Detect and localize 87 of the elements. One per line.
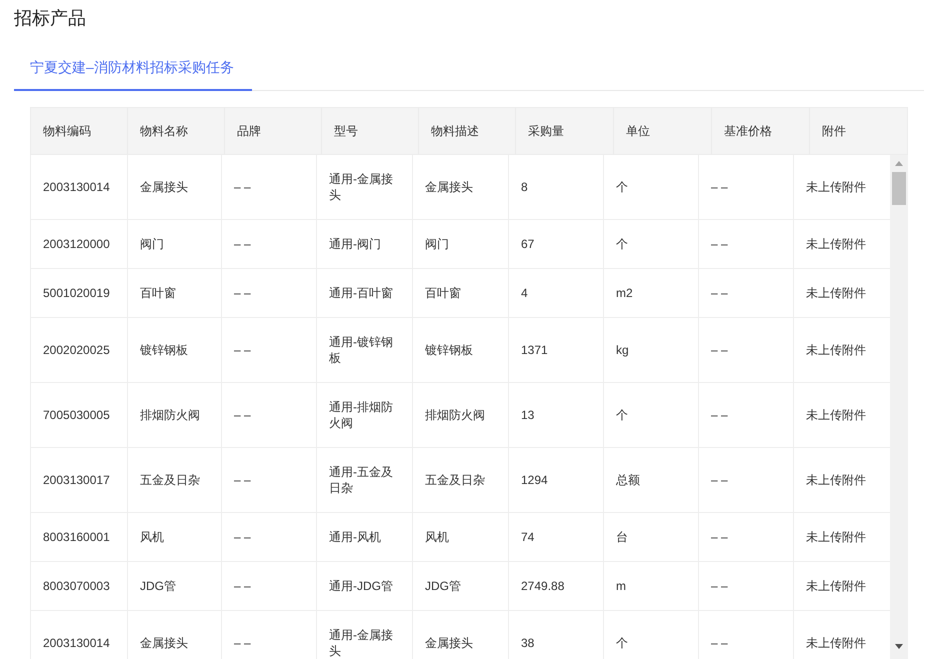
table-cell: 金属接头 bbox=[412, 155, 508, 219]
table-cell: 8003160001 bbox=[30, 513, 127, 561]
table-cell: 排烟防火阀 bbox=[127, 383, 221, 447]
table-cell: 2003120000 bbox=[30, 220, 127, 268]
column-header: 物料名称 bbox=[128, 108, 225, 154]
table-cell: 1294 bbox=[508, 448, 603, 512]
table-cell: 8003070003 bbox=[30, 562, 127, 610]
tab[interactable]: 宁夏交建–消防材料招标采购任务 bbox=[14, 50, 252, 91]
table-cell: 13 bbox=[508, 383, 603, 447]
table-cell: 排烟防火阀 bbox=[412, 383, 508, 447]
table-cell: 个 bbox=[603, 220, 698, 268]
page-title: 招标产品 bbox=[14, 7, 86, 30]
table-cell: 2749.88 bbox=[508, 562, 603, 610]
table-cell: – – bbox=[698, 448, 793, 512]
table-cell: 镀锌钢板 bbox=[127, 318, 221, 382]
table-cell: 个 bbox=[603, 383, 698, 447]
table-cell: 通用-百叶窗 bbox=[316, 269, 412, 317]
table-cell: 金属接头 bbox=[127, 155, 221, 219]
table-cell: – – bbox=[221, 220, 316, 268]
table-cell: 通用-镀锌钢板 bbox=[316, 318, 412, 382]
table-cell: – – bbox=[221, 448, 316, 512]
table-cell: 总额 bbox=[603, 448, 698, 512]
table-cell: – – bbox=[221, 155, 316, 219]
table-cell: – – bbox=[221, 562, 316, 610]
scrollbar[interactable] bbox=[890, 155, 908, 659]
table-cell: kg bbox=[603, 318, 698, 382]
table-cell: 百叶窗 bbox=[127, 269, 221, 317]
table-cell: m bbox=[603, 562, 698, 610]
table-cell: 2003130014 bbox=[30, 155, 127, 219]
column-header: 型号 bbox=[322, 108, 419, 154]
table-cell: 通用-金属接头 bbox=[316, 155, 412, 219]
table-cell: 通用-JDG管 bbox=[316, 562, 412, 610]
table-cell: – – bbox=[698, 562, 793, 610]
table-cell: 2003130017 bbox=[30, 448, 127, 512]
table-cell: 7005030005 bbox=[30, 383, 127, 447]
table-cell: 个 bbox=[603, 611, 698, 659]
table-cell: 2002020025 bbox=[30, 318, 127, 382]
table-cell: – – bbox=[221, 513, 316, 561]
table-cell: 通用-风机 bbox=[316, 513, 412, 561]
table-cell: 阀门 bbox=[127, 220, 221, 268]
table-cell: 个 bbox=[603, 155, 698, 219]
table-cell: JDG管 bbox=[127, 562, 221, 610]
table-cell: 74 bbox=[508, 513, 603, 561]
column-header: 品牌 bbox=[225, 108, 322, 154]
table-cell: 通用-阀门 bbox=[316, 220, 412, 268]
table-cell: 阀门 bbox=[412, 220, 508, 268]
table-cell: 百叶窗 bbox=[412, 269, 508, 317]
table-cell: m2 bbox=[603, 269, 698, 317]
table-cell: – – bbox=[698, 318, 793, 382]
table-cell: 通用-排烟防火阀 bbox=[316, 383, 412, 447]
table-cell: – – bbox=[698, 611, 793, 659]
table-cell: 38 bbox=[508, 611, 603, 659]
scroll-down-icon[interactable] bbox=[895, 644, 903, 649]
table-cell: – – bbox=[221, 383, 316, 447]
table-cell: 风机 bbox=[412, 513, 508, 561]
table-cell: – – bbox=[698, 269, 793, 317]
column-header: 物料描述 bbox=[419, 108, 516, 154]
column-header: 基准价格 bbox=[712, 108, 810, 154]
table-cell: 通用-金属接头 bbox=[316, 611, 412, 659]
table-cell: – – bbox=[698, 220, 793, 268]
table-cell: – – bbox=[221, 269, 316, 317]
table-cell: JDG管 bbox=[412, 562, 508, 610]
column-header: 单位 bbox=[614, 108, 712, 154]
table-cell: 风机 bbox=[127, 513, 221, 561]
table-cell: 五金及日杂 bbox=[412, 448, 508, 512]
table-cell: 2003130014 bbox=[30, 611, 127, 659]
table-cell: 五金及日杂 bbox=[127, 448, 221, 512]
table-cell: – – bbox=[221, 611, 316, 659]
column-header: 附件 bbox=[821, 123, 847, 140]
table-cell: 金属接头 bbox=[127, 611, 221, 659]
table-cell: 1371 bbox=[508, 318, 603, 382]
table-cell: – – bbox=[698, 513, 793, 561]
column-header: 物料编码 bbox=[31, 108, 128, 154]
table-cell: 67 bbox=[508, 220, 603, 268]
table-cell: 5001020019 bbox=[30, 269, 127, 317]
table-cell: 镀锌钢板 bbox=[412, 318, 508, 382]
table-cell: 通用-五金及日杂 bbox=[316, 448, 412, 512]
scrollbar-thumb[interactable] bbox=[892, 172, 906, 205]
table-cell: – – bbox=[221, 318, 316, 382]
table-cell: 8 bbox=[508, 155, 603, 219]
table-cell: 4 bbox=[508, 269, 603, 317]
table-cell: 金属接头 bbox=[412, 611, 508, 659]
column-header: 采购量 bbox=[516, 108, 614, 154]
table-cell: – – bbox=[698, 383, 793, 447]
scroll-up-icon[interactable] bbox=[895, 161, 903, 166]
table-cell: – – bbox=[698, 155, 793, 219]
table-cell: 台 bbox=[603, 513, 698, 561]
